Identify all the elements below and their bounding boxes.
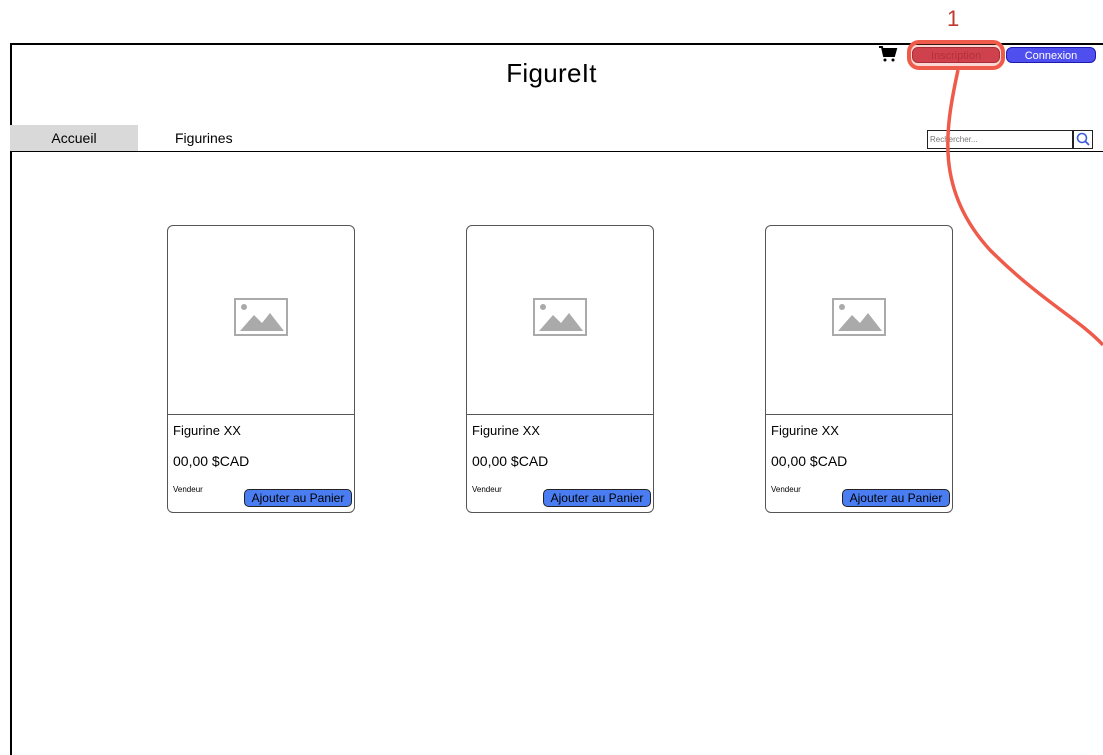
nav-divider: [10, 151, 1103, 152]
image-placeholder-icon: [832, 298, 886, 336]
product-image: [467, 226, 653, 415]
nav-tab-figurines[interactable]: Figurines: [175, 125, 233, 151]
search-button[interactable]: [1073, 130, 1093, 149]
product-price: 00,00 $CAD: [173, 453, 250, 469]
add-to-cart-button[interactable]: Ajouter au Panier: [842, 489, 950, 507]
annotation-number: 1: [947, 6, 960, 31]
product-name: Figurine XX: [173, 423, 241, 438]
product-name: Figurine XX: [771, 423, 839, 438]
image-placeholder-icon: [234, 298, 288, 336]
product-price: 00,00 $CAD: [771, 453, 848, 469]
search-input[interactable]: [927, 130, 1073, 149]
product-price: 00,00 $CAD: [472, 453, 549, 469]
product-vendor: Vendeur: [472, 485, 502, 494]
product-vendor: Vendeur: [173, 485, 203, 494]
product-card: Figurine XX 00,00 $CAD Vendeur Ajouter a…: [466, 225, 654, 513]
product-card: Figurine XX 00,00 $CAD Vendeur Ajouter a…: [765, 225, 953, 513]
product-name: Figurine XX: [472, 423, 540, 438]
nav-tab-accueil[interactable]: Accueil: [10, 125, 138, 151]
product-image: [766, 226, 952, 415]
product-image: [168, 226, 354, 415]
product-vendor: Vendeur: [771, 485, 801, 494]
search-icon: [1076, 132, 1090, 146]
add-to-cart-button[interactable]: Ajouter au Panier: [244, 489, 352, 507]
product-card: Figurine XX 00,00 $CAD Vendeur Ajouter a…: [167, 225, 355, 513]
annotation-highlight: [907, 40, 1005, 70]
image-placeholder-icon: [533, 298, 587, 336]
add-to-cart-button[interactable]: Ajouter au Panier: [543, 489, 651, 507]
connexion-button[interactable]: Connexion: [1006, 47, 1096, 63]
cart-icon[interactable]: [878, 45, 898, 63]
